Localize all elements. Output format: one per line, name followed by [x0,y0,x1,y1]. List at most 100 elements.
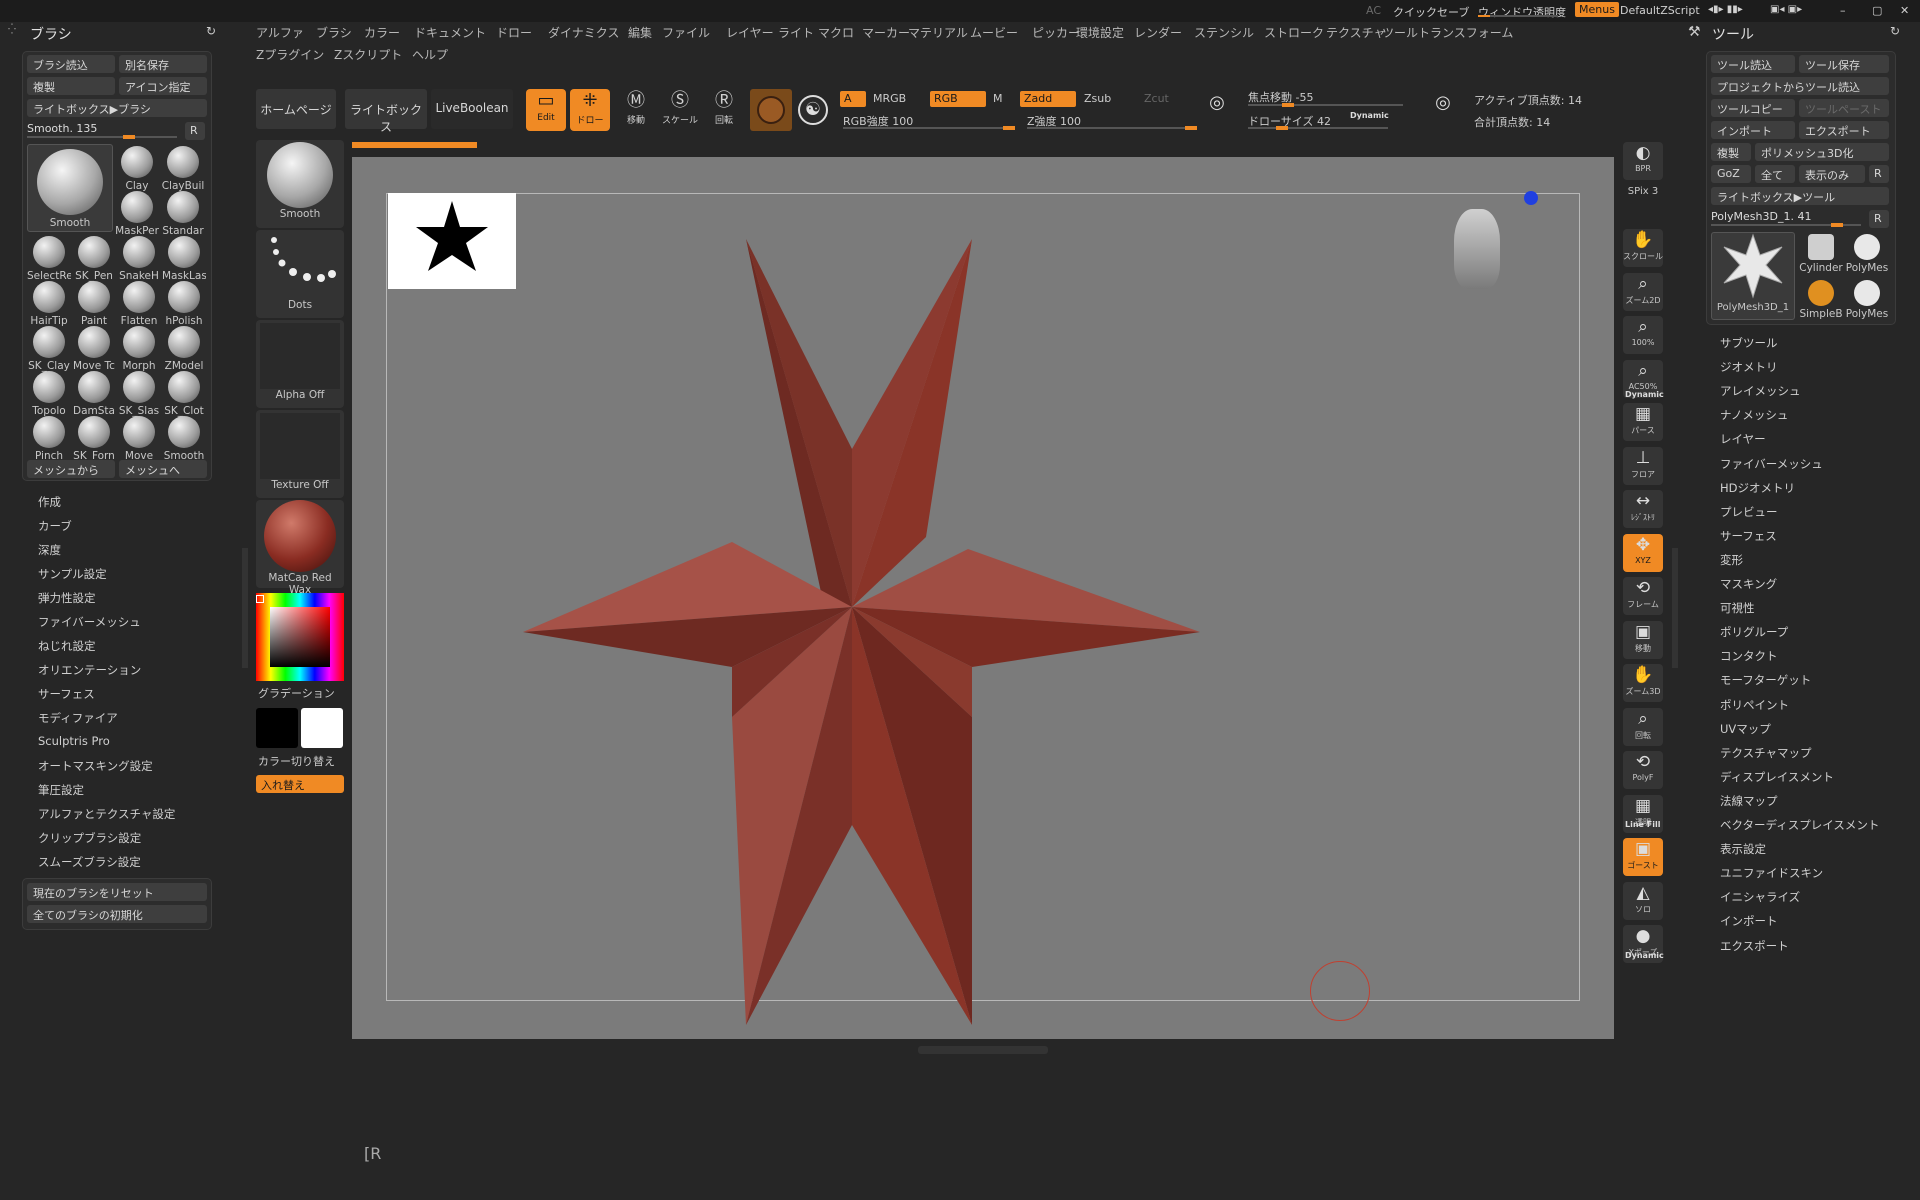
shelf-tool-button[interactable]: SPix 3 [1623,186,1663,204]
dynamic-label[interactable]: Dynamic [1350,111,1389,120]
tool-refresh-icon[interactable]: ↻ [1890,24,1900,38]
tool-export-button[interactable]: エクスポート [1799,121,1889,139]
reset-brush-button[interactable]: 現在のブラシをリセット [27,883,207,901]
tool-section-item[interactable]: エクスポート [1720,938,1789,954]
brush-section-item[interactable]: ねじれ設定 [38,638,96,654]
focal-shift-label[interactable]: 焦点移動 -55 [1248,89,1313,105]
brush-section-item[interactable]: 弾力性設定 [38,590,96,606]
tool-copy-button[interactable]: ツールコピー [1711,99,1795,117]
to-mesh-button[interactable]: メッシュへ [119,460,207,478]
brush-thumb[interactable]: Flatten [117,279,161,327]
goz-all-button[interactable]: 全て [1755,165,1795,183]
tool-section-item[interactable]: ナノメッシュ [1720,407,1788,423]
brush-thumb[interactable]: HairTip [27,279,71,327]
brush-thumb[interactable]: SnakeH [117,234,161,282]
shelf-stroke-button[interactable]: Dots [256,230,344,318]
tool-section-item[interactable]: UVマップ [1720,721,1771,737]
shelf-tool-button[interactable]: ✋ スクロール [1623,229,1663,267]
mrgb-button[interactable]: MRGB [873,92,906,105]
brush-section-item[interactable]: モディファイア [38,710,118,726]
minimize-icon[interactable]: – [1840,4,1846,17]
brush-section-item[interactable]: オートマスキング設定 [38,758,153,774]
menu-item[interactable]: トランスフォーム [1418,24,1513,41]
transparency-slider[interactable]: ウィンドウ透明度 [1478,4,1566,20]
tool-thumb[interactable]: PolyMes [1845,278,1889,324]
close-icon[interactable]: ✕ [1900,4,1909,17]
brush-thumb[interactable]: Morph [117,324,161,372]
brush-section-item[interactable]: 作成 [38,494,61,510]
maximize-icon[interactable]: ▢ [1872,4,1882,17]
current-tool-thumb[interactable]: PolyMesh3D_1 [1711,232,1795,320]
brush-thumb[interactable]: Standar [161,189,205,237]
tool-r-button[interactable]: R [1869,210,1889,228]
brush-thumb[interactable]: Smooth [162,414,206,462]
brush-thumb[interactable]: Move [117,414,161,462]
material-mode-button[interactable] [750,89,792,131]
tool-section-item[interactable]: サブツール [1720,335,1778,351]
z-intensity-slider[interactable] [1027,126,1197,130]
brush-section-item[interactable]: オリエンテーション [38,662,141,678]
brush-clone-button[interactable]: 複製 [27,77,115,95]
brush-icon-button[interactable]: アイコン指定 [119,77,207,95]
zcut-button[interactable]: Zcut [1144,92,1169,105]
tool-section-item[interactable]: ジオメトリ [1720,359,1778,375]
brush-thumb[interactable]: SK_Slas [117,369,161,417]
brush-section-item[interactable]: 深度 [38,542,61,558]
homepage-button[interactable]: ホームページ [256,89,336,129]
tool-clone-button[interactable]: 複製 [1711,143,1751,161]
menu-item[interactable]: ライト [778,24,814,41]
tool-section-item[interactable]: ベクターディスプレイスメント [1720,817,1879,833]
shelf-tool-button[interactable]: ▦ パース [1623,403,1663,441]
tool-lightbox-button[interactable]: ライトボックス▶ツール [1711,187,1889,205]
shelf-tool-button[interactable]: ↔ ﾚｼﾞｽﾄﾘ [1623,490,1663,528]
tool-section-item[interactable]: プレビュー [1720,504,1778,520]
shelf-tool-button[interactable]: ◐ BPR [1623,142,1663,180]
zsub-button[interactable]: Zsub [1084,92,1111,105]
draw-size-slider[interactable] [1248,126,1388,130]
menu-item[interactable]: マーカー [862,24,910,41]
menu-item[interactable]: ツール [1382,24,1418,41]
brush-thumb[interactable]: hPolish [162,279,206,327]
shelf-tool-button[interactable]: ▣ 移動 [1623,620,1663,659]
brush-thumb[interactable]: SK_Pen [72,234,116,282]
tool-section-item[interactable]: モーフターゲット [1720,672,1811,688]
shelf-tool-button[interactable]: ⊥ フロア [1623,446,1663,485]
menu-item[interactable]: アルファ [256,24,304,41]
symmetry-d-icon[interactable]: ◎ [1428,92,1458,124]
goz-button[interactable]: GoZ [1711,165,1751,183]
menu-item[interactable]: レンダー [1134,24,1182,41]
menu-item[interactable]: ステンシル [1194,24,1254,41]
tool-section-item[interactable]: 可視性 [1720,600,1755,616]
tool-import-button[interactable]: インポート [1711,121,1795,139]
zadd-button[interactable]: Zadd [1020,91,1076,107]
from-mesh-button[interactable]: メッシュから [27,460,115,478]
brush-thumb[interactable]: DamSta [72,369,116,417]
brush-load-button[interactable]: ブラシ読込 [27,55,115,73]
brush-thumb[interactable]: SK_Forn [72,414,116,462]
brush-section-item[interactable]: Sculptris Pro [38,734,110,748]
brush-section-item[interactable]: アルファとテクスチャ設定 [38,806,175,822]
brush-thumb[interactable]: Paint [72,279,116,327]
brush-section-item[interactable]: ファイバーメッシュ [38,614,141,630]
brush-thumb[interactable]: Pinch [27,414,71,462]
brush-section-item[interactable]: カーブ [38,518,72,534]
brush-save-as-button[interactable]: 別名保存 [119,55,207,73]
shelf-tool-button[interactable]: ⟲ フレーム [1623,577,1663,615]
draw-button[interactable]: ⁜ ドロー [570,89,610,131]
shelf-material-button[interactable]: MatCap Red Wax [256,500,344,596]
menu-item[interactable]: Zプラグイン [256,46,324,63]
menu-item[interactable]: マクロ [818,24,854,41]
left-tray-splitter[interactable] [242,548,248,668]
brush-section-item[interactable]: 筆圧設定 [38,782,84,798]
shelf-tool-button[interactable]: ⌕ 100% [1623,316,1663,354]
brush-section-item[interactable]: サンプル設定 [38,566,107,582]
menu-item[interactable]: マテリアル [908,24,968,41]
menu-item[interactable]: 環境設定 [1076,24,1124,41]
tool-section-item[interactable]: コンタクト [1720,648,1778,664]
tool-thumb[interactable]: PolyMes [1845,232,1889,278]
brush-section-item[interactable]: サーフェス [38,686,95,702]
rgb-intensity-slider[interactable] [843,126,1015,130]
shelf-tool-button[interactable]: ◭ ソロ [1623,881,1663,920]
menu-item[interactable]: ブラシ [316,24,352,41]
tool-section-item[interactable]: HDジオメトリ [1720,480,1795,496]
